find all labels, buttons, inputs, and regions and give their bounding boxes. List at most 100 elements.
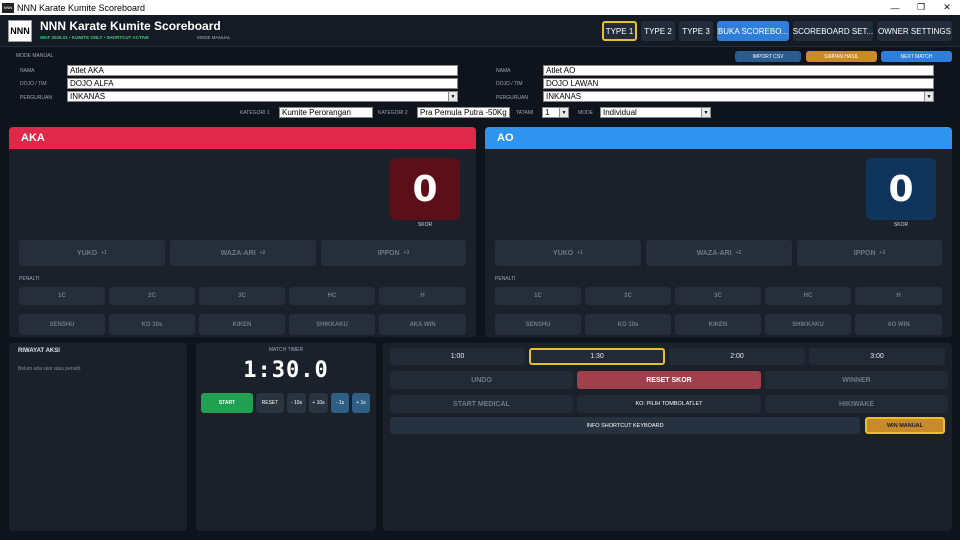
ao-penalty-hc-button[interactable]: HC: [765, 287, 851, 305]
window-title: NNN Karate Kumite Scoreboard: [17, 2, 146, 13]
simpan-hasil-button[interactable]: SIMPAN HASIL: [806, 51, 877, 62]
ao-win-button[interactable]: AO WIN: [855, 314, 942, 335]
aka-perguruan-select[interactable]: INKANAS ▼: [67, 91, 458, 102]
kategori2-input[interactable]: Pra Pemula Putra -50Kg: [417, 107, 510, 118]
tatami-select[interactable]: 1 ▼: [542, 107, 569, 118]
ao-penalty-3c-button[interactable]: 3C: [675, 287, 761, 305]
ao-panel-header: AO: [485, 127, 952, 149]
tatami-label: TATAMI: [516, 110, 534, 116]
ao-penalti-label: PENALTI: [495, 276, 516, 282]
type-1-button[interactable]: TYPE 1: [602, 21, 637, 41]
start-medical-button[interactable]: START MEDICAL: [390, 395, 573, 413]
aka-ippon-button[interactable]: IPPON +3: [321, 240, 466, 266]
aka-win-button[interactable]: AKA WIN: [379, 314, 466, 335]
timer-minus-10s-button[interactable]: - 10s: [287, 393, 306, 413]
match-timer-title: MATCH TIMER: [268, 347, 304, 353]
timer-plus-1s-button[interactable]: + 1s: [352, 393, 370, 413]
header-mode: MODE MANUAL: [197, 35, 231, 40]
aka-shikkaku-button[interactable]: SHIKKAKU: [289, 314, 375, 335]
hikiwake-button[interactable]: HIKIWAKE: [765, 395, 948, 413]
minimize-icon[interactable]: —: [882, 3, 908, 13]
mode-value: Individual: [603, 108, 637, 117]
ao-senshu-button[interactable]: SENSHU: [495, 314, 581, 335]
winner-button[interactable]: WINNER: [765, 371, 948, 389]
ao-penalty-h-button[interactable]: H: [855, 287, 942, 305]
win-manual-button[interactable]: WIN MANUAL: [865, 417, 945, 434]
aka-skor-label: SKOR: [417, 222, 433, 228]
aka-penalty-h-button[interactable]: H: [379, 287, 466, 305]
preset-2-00-button[interactable]: 2:00: [669, 348, 805, 365]
aka-kiken-button[interactable]: KIKEN: [199, 314, 285, 335]
aka-perguruan-label: PERGURUAN: [20, 95, 52, 101]
close-icon[interactable]: ✕: [934, 2, 960, 13]
aka-yuko-label: YUKO: [77, 249, 98, 257]
timer-reset-button[interactable]: RESET: [256, 393, 284, 413]
ao-score: 0: [866, 158, 936, 220]
aka-senshu-button[interactable]: SENSHU: [19, 314, 105, 335]
ao-penalty-2c-button[interactable]: 2C: [585, 287, 671, 305]
next-match-button[interactable]: NEXT MATCH: [881, 51, 952, 62]
riwayat-title: RIWAYAT AKSI: [18, 348, 60, 354]
import-csv-button[interactable]: IMPORT CSV: [735, 51, 801, 62]
type-3-button[interactable]: TYPE 3: [679, 21, 713, 41]
aka-yuko-button[interactable]: YUKO +1: [19, 240, 165, 266]
ao-wazaari-button[interactable]: WAZA-ARI +2: [646, 240, 792, 266]
aka-ippon-label: IPPON: [377, 249, 400, 257]
app-icon: NNN: [2, 2, 14, 13]
preset-3-00-button[interactable]: 3:00: [809, 348, 945, 365]
app-header: NNN NNN Karate Kumite Scoreboard WKF 202…: [0, 15, 960, 47]
aka-nama-input[interactable]: Atlet AKA: [67, 65, 458, 76]
ao-perguruan-select[interactable]: INKANAS ▼: [543, 91, 934, 102]
kategori1-input[interactable]: Kumite Perorangan: [279, 107, 373, 118]
ko-pilih-tombol-atlet-button[interactable]: KO: PILIH TOMBOL ATLET: [577, 395, 761, 413]
undo-button[interactable]: UNDO: [390, 371, 573, 389]
chevron-down-icon: ▼: [448, 92, 457, 101]
aka-penalty-hc-button[interactable]: HC: [289, 287, 375, 305]
ao-kiken-button[interactable]: KIKEN: [675, 314, 761, 335]
ao-nama-input[interactable]: Atlet AO: [543, 65, 934, 76]
aka-wazaari-label: WAZA-ARI: [220, 249, 256, 257]
ao-ippon-button[interactable]: IPPON +3: [797, 240, 942, 266]
aka-wazaari-button[interactable]: WAZA-ARI +2: [170, 240, 316, 266]
ao-penalty-1c-button[interactable]: 1C: [495, 287, 581, 305]
kategori2-label: KATEGORI 2: [378, 110, 408, 116]
app-logo: NNN: [8, 20, 32, 42]
ao-perguruan-value: INKANAS: [546, 92, 582, 101]
aka-dojo-input[interactable]: DOJO ALFA: [67, 78, 458, 89]
timer-plus-10s-button[interactable]: + 10s: [309, 393, 328, 413]
ao-shikkaku-button[interactable]: SHIKKAKU: [765, 314, 851, 335]
preset-1-00-button[interactable]: 1:00: [390, 348, 525, 365]
tatami-value: 1: [545, 108, 550, 117]
aka-ko-10s-button[interactable]: KO 10s: [109, 314, 195, 335]
reset-skor-button[interactable]: RESET SKOR: [577, 371, 761, 389]
aka-panel-header: AKA: [9, 127, 476, 149]
mode-select[interactable]: Individual ▼: [600, 107, 711, 118]
ao-yuko-button[interactable]: YUKO +1: [495, 240, 641, 266]
maximize-icon[interactable]: ❐: [908, 2, 934, 13]
mode-label: MODE: [578, 110, 593, 116]
ao-ippon-points: +3: [879, 250, 886, 256]
buka-scoreboard-button[interactable]: BUKA SCOREBO...: [717, 21, 789, 41]
ao-ko-10s-button[interactable]: KO 10s: [585, 314, 671, 335]
aka-yuko-points: +1: [101, 250, 107, 256]
owner-settings-button[interactable]: OWNER SETTINGS: [877, 21, 952, 41]
preset-1-30-button[interactable]: 1:30: [529, 348, 665, 365]
riwayat-empty-text: Belum ada skor atau penalti.: [18, 366, 82, 372]
mode-manual-label: MODE MANUAL: [16, 53, 54, 59]
timer-minus-1s-button[interactable]: - 1s: [331, 393, 349, 413]
chevron-down-icon: ▼: [924, 92, 933, 101]
aka-dojo-label: DOJO / TIM: [20, 81, 47, 87]
timer-start-button[interactable]: START: [201, 393, 253, 413]
ao-dojo-input[interactable]: DOJO LAWAN: [543, 78, 934, 89]
aka-score: 0: [390, 158, 460, 220]
kategori1-label: KATEGORI 1: [240, 110, 270, 116]
info-shortcut-keyboard-button[interactable]: INFO SHORTCUT KEYBOARD: [390, 417, 860, 434]
aka-penalty-2c-button[interactable]: 2C: [109, 287, 195, 305]
aka-penalty-1c-button[interactable]: 1C: [19, 287, 105, 305]
ao-wazaari-label: WAZA-ARI: [696, 249, 732, 257]
aka-penalti-label: PENALTI: [19, 276, 40, 282]
scoreboard-settings-button[interactable]: SCOREBOARD SET...: [793, 21, 873, 41]
type-2-button[interactable]: TYPE 2: [641, 21, 675, 41]
aka-nama-label: NAMA: [20, 68, 35, 74]
aka-penalty-3c-button[interactable]: 3C: [199, 287, 285, 305]
